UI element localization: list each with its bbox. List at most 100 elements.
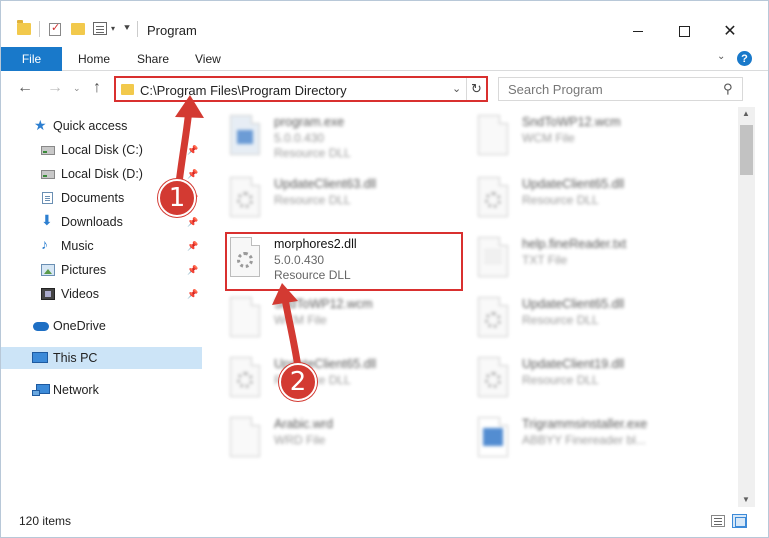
separator: [39, 21, 40, 37]
recent-locations-icon[interactable]: ⌄: [73, 83, 81, 94]
file-type: Resource DLL: [522, 373, 599, 387]
up-arrow-icon[interactable]: ↑: [93, 79, 101, 97]
expand-ribbon-icon[interactable]: ⌄: [717, 51, 725, 62]
dll-file-icon: [478, 177, 508, 217]
file-icon: [230, 297, 260, 337]
close-button[interactable]: ✕: [707, 19, 753, 43]
sidebar-item-videos[interactable]: Videos 📌: [1, 283, 202, 305]
search-input[interactable]: Search Program: [508, 82, 603, 97]
help-icon[interactable]: ?: [737, 51, 752, 66]
list-item[interactable]: Arabic.wrd WRD File: [202, 411, 442, 465]
file-type: Resource DLL: [522, 193, 599, 207]
item-count: 120 items: [19, 514, 72, 528]
large-icons-view-icon[interactable]: [732, 514, 747, 528]
sidebar-item-label: Downloads: [61, 215, 123, 229]
customize-toolbar-icon[interactable]: ⯆: [123, 23, 131, 34]
file-name: SndToWP12.wcm: [522, 115, 621, 129]
list-item[interactable]: Trigrammsinstaller.exe ABBYY Finereader …: [450, 411, 690, 465]
sidebar-item-music[interactable]: ♪ Music 📌: [1, 235, 202, 257]
sidebar-item-this-pc[interactable]: This PC: [1, 347, 202, 369]
vertical-scrollbar[interactable]: ▲ ▼: [738, 107, 755, 507]
refresh-icon[interactable]: ↻: [466, 78, 486, 100]
documents-icon: [42, 192, 53, 204]
list-item[interactable]: program.exe 5.0.0.430 Resource DLL: [202, 109, 442, 163]
properties-check-icon[interactable]: [49, 21, 61, 36]
tab-home[interactable]: Home: [78, 52, 110, 66]
folder-icon: [121, 84, 134, 95]
list-item[interactable]: UpdateClient19.dll Resource DLL: [450, 351, 690, 405]
installer-icon: [478, 417, 508, 457]
scroll-thumb[interactable]: [740, 125, 753, 175]
pin-icon[interactable]: 📌: [187, 265, 198, 276]
file-list: program.exe 5.0.0.430 Resource DLL SndTo…: [202, 107, 738, 507]
list-item[interactable]: UpdateClient63.dll Resource DLL: [202, 171, 442, 225]
text-file-icon: [478, 237, 508, 277]
file-type: Resource DLL: [274, 146, 351, 160]
ribbon: File Home Share View ⌄ ?: [1, 47, 768, 71]
list-item[interactable]: UpdateClient65.dll Resource DLL: [202, 351, 442, 405]
file-name: help.fineReader.txt: [522, 237, 627, 251]
navigation-bar: ← → ⌄ ↑ C:\Program Files\Program Directo…: [1, 73, 768, 105]
list-item[interactable]: help.fineReader.txt TXT File: [450, 231, 690, 285]
file-type: ABBYY Finereader bl...: [522, 433, 646, 447]
address-path[interactable]: C:\Program Files\Program Directory: [140, 83, 347, 98]
file-name: Trigrammsinstaller.exe: [522, 417, 648, 431]
list-item[interactable]: SndToWP12.wcm WCM File: [450, 109, 690, 163]
forward-arrow-icon[interactable]: →: [47, 79, 63, 97]
sidebar-item-label: Pictures: [61, 263, 107, 277]
dll-file-icon: [230, 357, 260, 397]
file-icon: [478, 115, 508, 155]
pin-icon[interactable]: 📌: [187, 169, 198, 180]
separator: [137, 21, 138, 37]
address-bar[interactable]: C:\Program Files\Program Directory ⌄ ↻: [114, 76, 488, 102]
sidebar-item-label: Music: [61, 239, 94, 253]
exe-file-icon: [230, 115, 260, 155]
network-icon: [32, 384, 50, 396]
sidebar-item-local-disk-c[interactable]: Local Disk (C:) 📌: [1, 139, 202, 161]
pin-icon[interactable]: 📌: [187, 145, 198, 156]
scroll-down-icon[interactable]: ▼: [742, 495, 750, 504]
search-box[interactable]: Search Program ⚲: [498, 77, 743, 101]
list-item[interactable]: UpdateClient65.dll Resource DLL: [450, 291, 690, 345]
sidebar-item-label: Local Disk (C:): [61, 143, 143, 157]
window-title: Program: [147, 23, 197, 38]
file-type: Resource DLL: [522, 313, 599, 327]
download-icon: ⬇: [41, 212, 53, 228]
file-version: 5.0.0.430: [274, 131, 325, 145]
sidebar-item-label: Documents: [61, 191, 125, 205]
file-name: UpdateClient19.dll: [522, 357, 625, 371]
explorer-window: ▾ ⯆ Program ✕ File Home Share View ⌄ ? ←…: [0, 0, 769, 538]
list-item[interactable]: SndToWP12.wcm WCM File: [202, 291, 442, 345]
sidebar-item-quick-access[interactable]: ★ Quick access: [1, 115, 202, 137]
file-type: WCM File: [522, 131, 575, 145]
tab-share[interactable]: Share: [137, 52, 169, 66]
file-name: SndToWP12.wcm: [274, 297, 373, 311]
sidebar-item-onedrive[interactable]: OneDrive: [1, 315, 202, 337]
search-icon[interactable]: ⚲: [723, 81, 733, 97]
sidebar-item-pictures[interactable]: Pictures 📌: [1, 259, 202, 281]
details-view-icon[interactable]: [711, 515, 725, 527]
pin-icon[interactable]: 📌: [187, 217, 198, 228]
address-dropdown-icon[interactable]: ⌄: [452, 82, 461, 95]
file-type: WCM File: [274, 313, 327, 327]
pin-icon[interactable]: 📌: [187, 241, 198, 252]
sidebar-item-label: Quick access: [53, 119, 128, 133]
list-item[interactable]: UpdateClient65.dll Resource DLL: [450, 171, 690, 225]
maximize-button[interactable]: [661, 19, 707, 43]
new-folder-icon[interactable]: [71, 23, 85, 35]
dll-file-icon: [230, 177, 260, 217]
chevron-down-icon[interactable]: ▾: [111, 24, 115, 33]
drive-icon: [41, 170, 55, 179]
sidebar-item-label: Network: [53, 383, 99, 397]
minimize-button[interactable]: [615, 19, 661, 43]
properties-icon[interactable]: [93, 22, 107, 35]
pin-icon[interactable]: 📌: [187, 289, 198, 300]
sidebar-item-network[interactable]: Network: [1, 379, 202, 401]
back-arrow-icon[interactable]: ←: [17, 79, 33, 97]
file-name: program.exe: [274, 115, 345, 129]
tab-view[interactable]: View: [195, 52, 221, 66]
file-name: UpdateClient63.dll: [274, 177, 377, 191]
folder-icon: [17, 20, 31, 35]
scroll-up-icon[interactable]: ▲: [742, 109, 750, 118]
tab-file[interactable]: File: [1, 47, 62, 71]
